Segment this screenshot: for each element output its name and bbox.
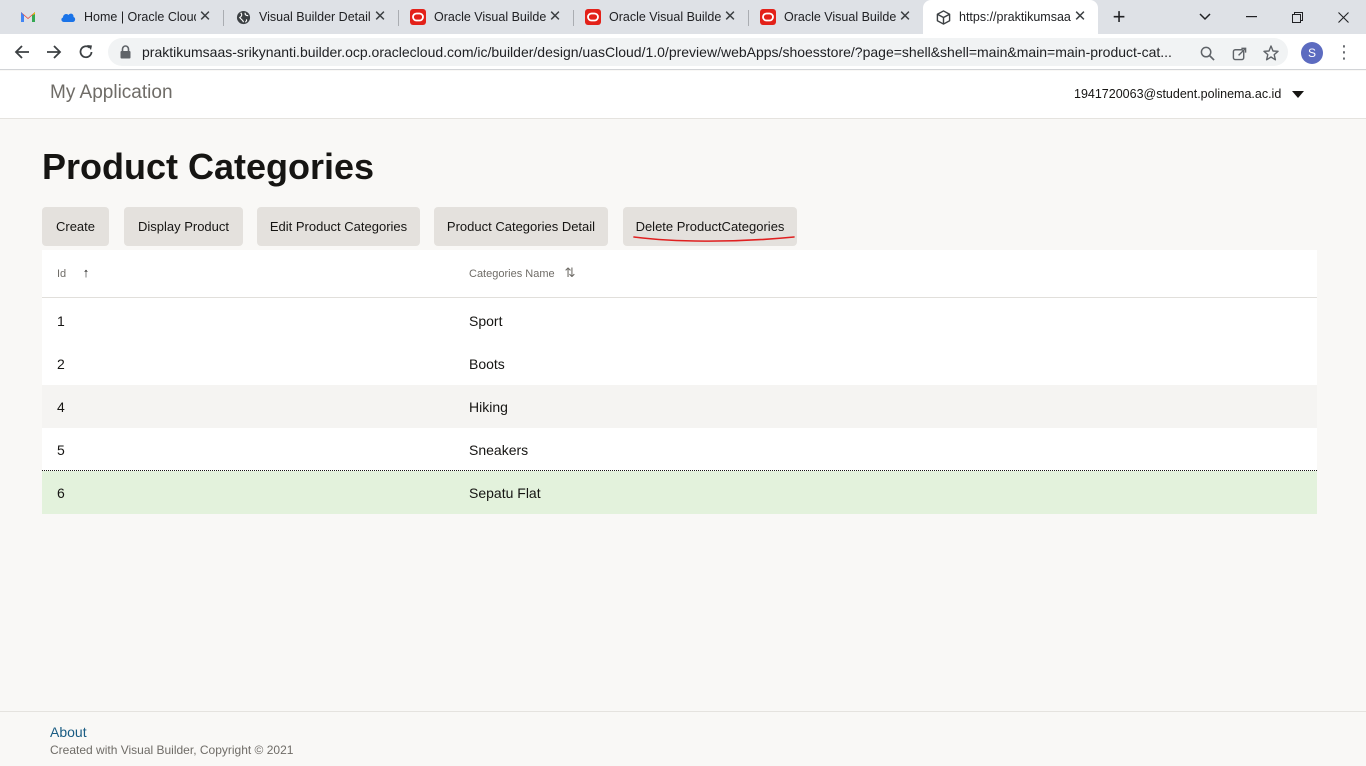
product-categories-detail-button[interactable]: Product Categories Detail: [434, 207, 608, 246]
column-header-id[interactable]: Id: [57, 268, 66, 280]
table-row[interactable]: 4 Hiking: [42, 385, 1317, 428]
share-icon[interactable]: [1230, 44, 1248, 62]
zoom-magnifier-icon[interactable]: [1198, 44, 1216, 62]
red-underline-annotation: [633, 236, 795, 242]
close-icon[interactable]: ✕: [722, 9, 738, 25]
display-product-button[interactable]: Display Product: [124, 207, 243, 246]
forward-arrow-icon[interactable]: [42, 40, 66, 64]
tab-label: Oracle Visual Builder: [784, 10, 896, 24]
browser-tab-strip: Home | Oracle Cloud ✕ Visual Builder Det…: [0, 0, 1366, 34]
tab-oracle-visual-builder-3[interactable]: Oracle Visual Builder ✕: [748, 0, 923, 34]
tab-oracle-visual-builder-1[interactable]: Oracle Visual Builder ✕: [398, 0, 573, 34]
table-row[interactable]: 5 Sneakers: [42, 428, 1317, 471]
cloud-icon: [60, 9, 76, 25]
sort-ascending-arrow-icon[interactable]: ↑: [80, 266, 92, 280]
product-categories-table: Id ↑ Categories Name ⇅ 1 Sport 2 Boots 4…: [42, 250, 1317, 514]
oracle-icon: [410, 9, 426, 25]
copyright-text: Created with Visual Builder, Copyright ©…: [50, 743, 294, 757]
table-row[interactable]: 1 Sport: [42, 299, 1317, 342]
cell-categories-name: Sneakers: [469, 442, 529, 458]
page-title: Product Categories: [42, 146, 375, 187]
caret-down-icon[interactable]: [1292, 91, 1304, 98]
close-icon[interactable]: ✕: [1072, 9, 1088, 25]
tab-home-oracle-cloud[interactable]: Home | Oracle Cloud ✕: [48, 0, 223, 34]
column-header-categories-name[interactable]: Categories Name: [469, 268, 555, 280]
cell-categories-name: Sepatu Flat: [469, 485, 541, 501]
user-menu-label[interactable]: 1941720063@student.polinema.ac.id: [1074, 87, 1281, 101]
restore-icon[interactable]: [1274, 0, 1320, 34]
edit-product-categories-button[interactable]: Edit Product Categories: [257, 207, 420, 246]
table-row[interactable]: 2 Boots: [42, 342, 1317, 385]
tab-search-chevron-icon[interactable]: [1182, 0, 1228, 34]
cell-id: 5: [57, 442, 65, 458]
url-text[interactable]: praktikumsaas-srikynanti.builder.ocp.ora…: [142, 44, 1192, 60]
tab-label: Visual Builder Details: [259, 10, 371, 24]
tab-active-praktikumsaas[interactable]: https://praktikumsaas ✕: [923, 0, 1098, 34]
bookmark-star-icon[interactable]: [1262, 44, 1280, 62]
new-tab-plus-icon[interactable]: +: [1108, 6, 1130, 28]
create-button[interactable]: Create: [42, 207, 109, 246]
address-bar[interactable]: praktikumsaas-srikynanti.builder.ocp.ora…: [108, 38, 1288, 66]
tab-oracle-visual-builder-2[interactable]: Oracle Visual Builder ✕: [573, 0, 748, 34]
cell-id: 1: [57, 313, 65, 329]
tab-label: Oracle Visual Builder: [609, 10, 721, 24]
close-icon[interactable]: ✕: [897, 9, 913, 25]
browser-menu-kebab-icon[interactable]: ⋮: [1334, 40, 1354, 64]
table-header: Id ↑ Categories Name ⇅: [42, 250, 1317, 298]
globe-icon: [235, 9, 251, 25]
close-window-icon[interactable]: [1320, 0, 1366, 34]
lock-icon: [120, 45, 134, 59]
app-title: My Application: [50, 82, 173, 103]
cell-categories-name: Sport: [469, 313, 503, 329]
tab-label: https://praktikumsaas: [959, 10, 1071, 24]
oracle-icon: [760, 9, 776, 25]
back-arrow-icon[interactable]: [10, 40, 34, 64]
cell-id: 2: [57, 356, 65, 372]
cell-categories-name: Boots: [469, 356, 505, 372]
close-icon[interactable]: ✕: [547, 9, 563, 25]
about-link[interactable]: About: [50, 724, 87, 740]
app-footer: About Created with Visual Builder, Copyr…: [0, 711, 1366, 766]
reload-icon[interactable]: [74, 40, 98, 64]
browser-toolbar: praktikumsaas-srikynanti.builder.ocp.ora…: [0, 34, 1366, 70]
table-row-selected[interactable]: 6 Sepatu Flat: [42, 471, 1317, 514]
tab-label: Oracle Visual Builder: [434, 10, 546, 24]
tab-label: Home | Oracle Cloud: [84, 10, 196, 24]
tab-visual-builder-details[interactable]: Visual Builder Details ✕: [223, 0, 398, 34]
cube-icon: [935, 9, 951, 25]
cell-id: 6: [57, 485, 65, 501]
app-header: My Application 1941720063@student.poline…: [0, 71, 1366, 119]
sort-both-arrows-icon[interactable]: ⇅: [564, 266, 576, 280]
gmail-icon: [20, 9, 36, 25]
tab-gmail[interactable]: [8, 0, 48, 34]
close-icon[interactable]: ✕: [372, 9, 388, 25]
profile-avatar[interactable]: S: [1301, 42, 1323, 64]
cell-id: 4: [57, 399, 65, 415]
close-icon[interactable]: ✕: [197, 9, 213, 25]
minimize-icon[interactable]: [1228, 0, 1274, 34]
oracle-icon: [585, 9, 601, 25]
cell-categories-name: Hiking: [469, 399, 508, 415]
